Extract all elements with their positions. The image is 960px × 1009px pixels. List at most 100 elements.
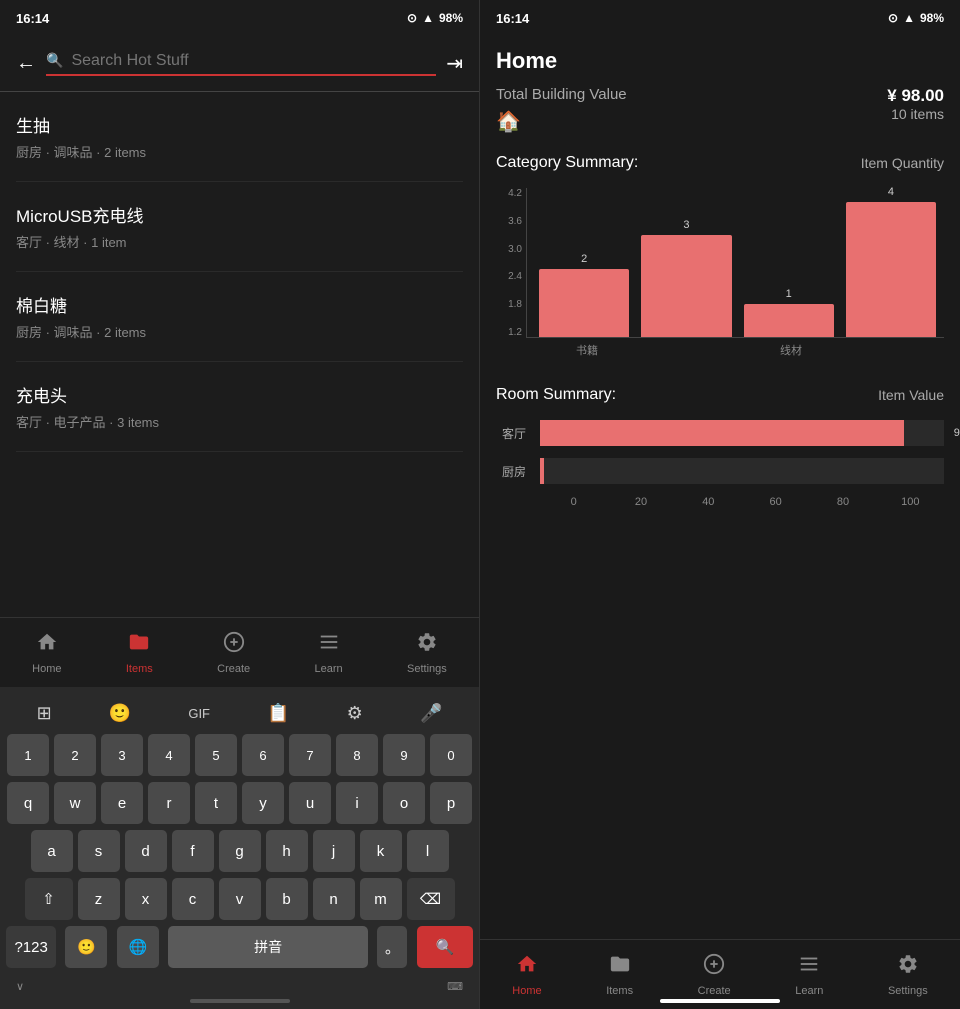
kb-key-l[interactable]: l	[407, 830, 449, 872]
kb-lang-icon[interactable]: 🌐	[117, 926, 159, 968]
kb-chevron-down[interactable]: ∨	[16, 980, 24, 993]
kb-rows: qwertyuiop asdfghjkl ⇧zxcvbnm⌫	[0, 782, 479, 920]
back-button[interactable]: ←	[16, 52, 36, 75]
r-nav-item-items[interactable]: Items	[594, 949, 645, 1001]
kb-num-5[interactable]: 5	[195, 734, 237, 776]
list-item[interactable]: 生抽 厨房 · 调味品 · 2 items	[16, 92, 463, 182]
kb-key-a[interactable]: a	[31, 830, 73, 872]
kb-settings-icon[interactable]: ⚙	[339, 699, 371, 728]
kb-mic-icon[interactable]: 🎤	[412, 699, 450, 728]
r-nav-item-learn[interactable]: Learn	[783, 949, 835, 1001]
right-content: Home Total Building Value 🏠 ¥ 98.00 10 i…	[480, 36, 960, 939]
r-nav-item-settings[interactable]: Settings	[876, 949, 940, 1001]
kb-clipboard-icon[interactable]: 📋	[259, 699, 297, 728]
kb-key-w[interactable]: w	[54, 782, 96, 824]
kb-num-0[interactable]: 0	[430, 734, 472, 776]
kb-key-c[interactable]: c	[172, 878, 214, 920]
search-input[interactable]	[71, 52, 436, 70]
kb-key-f[interactable]: f	[172, 830, 214, 872]
forward-button[interactable]: ⇥	[446, 51, 463, 76]
list-item-name: MicroUSB充电线	[16, 202, 463, 227]
r-nav-item-home[interactable]: Home	[500, 949, 553, 1001]
nav-item-home[interactable]: Home	[20, 627, 73, 679]
kb-emoji-btn[interactable]: 🙂	[65, 926, 107, 968]
kb-search-btn[interactable]: 🔍	[417, 926, 473, 968]
cat-bar-1: 3	[641, 235, 731, 337]
total-items: 10 items	[887, 106, 944, 122]
kb-key-e[interactable]: e	[101, 782, 143, 824]
kb-key-s[interactable]: s	[78, 830, 120, 872]
kb-space[interactable]: 拼音	[168, 926, 368, 968]
list-item-meta: 客厅 · 线材 · 1 item	[16, 232, 463, 251]
h-chart-area: 客厅 98 厨房 0	[496, 420, 944, 484]
wifi-icon-right: ▲	[903, 11, 915, 25]
items-nav-label: Items	[126, 663, 153, 675]
home-r-nav-label: Home	[512, 985, 541, 997]
create-r-nav-icon	[703, 953, 725, 981]
kb-key-u[interactable]: u	[289, 782, 331, 824]
kb-num-2[interactable]: 2	[54, 734, 96, 776]
kb-key-⌫[interactable]: ⌫	[407, 878, 455, 920]
kb-num-3[interactable]: 3	[101, 734, 143, 776]
kb-key-g[interactable]: g	[219, 830, 261, 872]
kb-bottom-row: ?123 🙂 🌐 拼音 。 🔍	[0, 926, 479, 976]
kb-key-x[interactable]: x	[125, 878, 167, 920]
kb-special-btn[interactable]: ?123	[6, 926, 56, 968]
kb-key-v[interactable]: v	[219, 878, 261, 920]
settings-r-nav-icon	[897, 953, 919, 981]
total-building-card: Total Building Value 🏠 ¥ 98.00 10 items	[496, 86, 944, 134]
nav-item-learn[interactable]: Learn	[303, 627, 355, 679]
kb-key-d[interactable]: d	[125, 830, 167, 872]
learn-nav-icon	[318, 631, 340, 659]
kb-key-i[interactable]: i	[336, 782, 378, 824]
keyboard: ⊞ 🙂 GIF 📋 ⚙ 🎤 1234567890 qwertyuiop asdfg…	[0, 687, 479, 1009]
kb-key-m[interactable]: m	[360, 878, 402, 920]
room-bar-row-1: 厨房 0	[540, 458, 944, 484]
kb-emoji-icon[interactable]: 🙂	[101, 699, 139, 728]
kb-key-t[interactable]: t	[195, 782, 237, 824]
list-item[interactable]: 棉白糖 厨房 · 调味品 · 2 items	[16, 272, 463, 362]
kb-key-⇧[interactable]: ⇧	[25, 878, 73, 920]
kb-num-6[interactable]: 6	[242, 734, 284, 776]
kb-key-h[interactable]: h	[266, 830, 308, 872]
room-x-label-4: 80	[809, 496, 876, 508]
r-nav-item-create[interactable]: Create	[686, 949, 743, 1001]
nav-item-settings[interactable]: Settings	[395, 627, 459, 679]
kb-key-n[interactable]: n	[313, 878, 355, 920]
nav-item-items[interactable]: Items	[114, 627, 165, 679]
nav-item-create[interactable]: Create	[205, 627, 262, 679]
bar-chart-area: 2 3 1 4	[526, 188, 944, 338]
kb-key-p[interactable]: p	[430, 782, 472, 824]
list-item-name: 充电头	[16, 382, 463, 407]
total-label-group: Total Building Value 🏠	[496, 86, 627, 134]
room-bar-fill-1	[540, 458, 544, 484]
kb-num-1[interactable]: 1	[7, 734, 49, 776]
kb-grid-icon[interactable]: ⊞	[29, 699, 60, 728]
kb-key-j[interactable]: j	[313, 830, 355, 872]
room-bar-fill-0	[540, 420, 904, 446]
kb-key-q[interactable]: q	[7, 782, 49, 824]
kb-key-z[interactable]: z	[78, 878, 120, 920]
kb-num-9[interactable]: 9	[383, 734, 425, 776]
kb-key-k[interactable]: k	[360, 830, 402, 872]
kb-key-y[interactable]: y	[242, 782, 284, 824]
kb-key-b[interactable]: b	[266, 878, 308, 920]
bar-val-3: 4	[888, 186, 894, 198]
list-item[interactable]: MicroUSB充电线 客厅 · 线材 · 1 item	[16, 182, 463, 272]
kb-period[interactable]: 。	[377, 926, 407, 968]
time-left: 16:14	[16, 11, 49, 26]
search-icon: 🔍	[46, 52, 63, 69]
kb-num-4[interactable]: 4	[148, 734, 190, 776]
kb-keyboard-icon[interactable]: ⌨	[447, 980, 463, 993]
items-r-nav-label: Items	[606, 985, 633, 997]
kb-gif-btn[interactable]: GIF	[180, 702, 218, 725]
list-item[interactable]: 充电头 客厅 · 电子产品 · 3 items	[16, 362, 463, 452]
kb-num-7[interactable]: 7	[289, 734, 331, 776]
keyboard-toolbar: ⊞ 🙂 GIF 📋 ⚙ 🎤	[0, 693, 479, 734]
left-panel: 16:14 ⊙ ▲ 98% ← 🔍 ⇥ 生抽 厨房 · 调味品 · 2 item…	[0, 0, 480, 1009]
kb-key-o[interactable]: o	[383, 782, 425, 824]
kb-num-8[interactable]: 8	[336, 734, 378, 776]
kb-key-r[interactable]: r	[148, 782, 190, 824]
room-x-label-1: 20	[607, 496, 674, 508]
cat-x-label-3	[842, 342, 944, 358]
